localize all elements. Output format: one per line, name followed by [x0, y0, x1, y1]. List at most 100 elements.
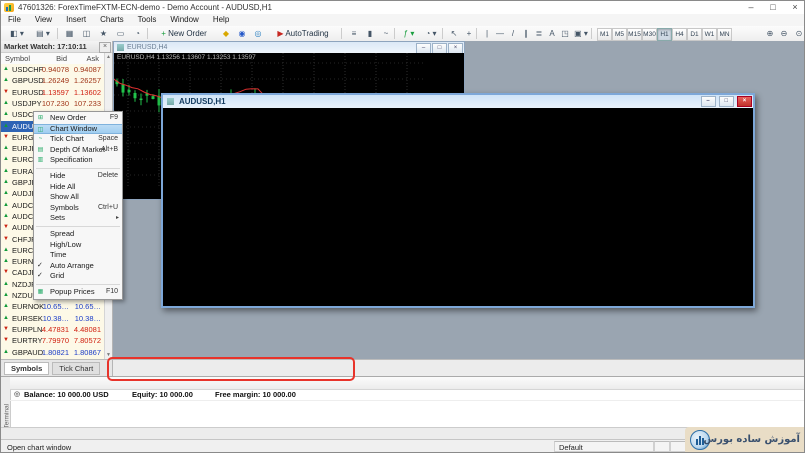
- search-icon[interactable]: ⊙: [792, 27, 805, 41]
- close-icon[interactable]: ×: [784, 1, 805, 14]
- timeframe-m1[interactable]: M1: [597, 28, 612, 41]
- market-watch-icon[interactable]: ▦: [61, 27, 78, 41]
- menu-tools[interactable]: Tools: [131, 14, 164, 25]
- tick-up-icon: ▲: [3, 168, 9, 174]
- column-ask[interactable]: Ask: [86, 54, 99, 63]
- menu-charts[interactable]: Charts: [93, 14, 131, 25]
- text-icon[interactable]: A: [545, 27, 559, 41]
- menu-item-depth-of-market[interactable]: ▤Depth Of MarketAlt+B: [34, 145, 122, 156]
- menu-file[interactable]: File: [1, 14, 28, 25]
- profile-cell[interactable]: Default: [554, 441, 654, 452]
- audusd-title-bar[interactable]: AUDUSD,H1 – □ ×: [163, 95, 753, 108]
- periods-button[interactable]: ◔ ▾: [420, 27, 442, 41]
- bars-icon[interactable]: ≡: [346, 27, 362, 41]
- line-chart-icon[interactable]: ~: [378, 27, 394, 41]
- column-symbol[interactable]: Symbol: [5, 54, 30, 63]
- minimize-icon[interactable]: –: [740, 1, 762, 14]
- hline-icon[interactable]: ―: [493, 27, 507, 41]
- timeframe-m15[interactable]: M15: [627, 28, 642, 41]
- menu-item-spread[interactable]: Spread: [34, 229, 122, 240]
- market-watch-row[interactable]: ▲GBPUSD1.262491.26257: [1, 75, 105, 86]
- web-icon[interactable]: ◎: [250, 27, 266, 41]
- menu-item-label: High/Low: [50, 240, 81, 249]
- menu-item-specification[interactable]: ▥Specification: [34, 155, 122, 166]
- crosshair-icon: +: [467, 29, 472, 38]
- shapes-button[interactable]: ▣ ▾: [571, 27, 591, 41]
- audusd-chart-body[interactable]: [163, 108, 753, 306]
- market-watch-close-icon[interactable]: ×: [99, 42, 111, 53]
- timeframe-w1[interactable]: W1: [702, 28, 717, 41]
- fibo-icon[interactable]: ≣: [532, 27, 546, 41]
- menu-item-grid[interactable]: ✓Grid: [34, 271, 122, 282]
- menu-item-chart-window[interactable]: ◫Chart Window: [34, 124, 122, 135]
- market-watch-tab-tick-chart[interactable]: Tick Chart: [52, 362, 100, 375]
- menu-item-time[interactable]: Time: [34, 250, 122, 261]
- market-watch-row[interactable]: ▲EURNOK10.65…10.65…: [1, 301, 105, 312]
- ask-value: 1.13602: [74, 88, 101, 97]
- symbol-name: USDJPY: [12, 99, 42, 108]
- vline-icon[interactable]: |: [480, 27, 494, 41]
- strategy-tester-icon[interactable]: ◔: [129, 27, 146, 41]
- menu-help[interactable]: Help: [206, 14, 236, 25]
- market-watch-row[interactable]: ▼EURUSD1.135971.13602: [1, 87, 105, 98]
- cursor-icon[interactable]: ↖: [446, 27, 462, 41]
- child-close-icon[interactable]: ×: [737, 96, 752, 107]
- child-restore-icon[interactable]: □: [719, 96, 734, 107]
- indicators-button[interactable]: ƒ ▾: [398, 27, 420, 41]
- autotrading-button[interactable]: ▶ AutoTrading: [267, 27, 339, 41]
- menu-item-popup-prices[interactable]: ▦Popup PricesF10: [34, 287, 122, 298]
- new-order-button[interactable]: + New Order: [151, 27, 217, 41]
- menu-window[interactable]: Window: [163, 14, 205, 25]
- menu-item-new-order[interactable]: ⊞New OrderF9: [34, 113, 122, 124]
- market-watch-row[interactable]: ▲GBPAUD1.808211.80867: [1, 347, 105, 358]
- zoom-in-icon[interactable]: ⊕: [763, 27, 777, 41]
- menu-item-show-all[interactable]: Show All: [34, 192, 122, 203]
- navigator-icon[interactable]: ★: [95, 27, 112, 41]
- child-minimize-icon[interactable]: –: [701, 96, 716, 107]
- metatrader-window: 47601326: ForexTimeFXTM-ECN-demo - Demo …: [0, 0, 805, 453]
- bid-value: 107.230: [42, 99, 69, 108]
- timeframe-h4[interactable]: H4: [672, 28, 687, 41]
- tick-up-icon: ▲: [3, 145, 9, 151]
- market-watch-row[interactable]: ▲USDCHF0.940780.94087: [1, 64, 105, 75]
- metaeditor-icon[interactable]: ◆: [218, 27, 234, 41]
- audusd-chart-window[interactable]: AUDUSD,H1 – □ ×: [161, 93, 755, 308]
- trendline-icon[interactable]: /: [506, 27, 520, 41]
- menu-insert[interactable]: Insert: [59, 14, 93, 25]
- profiles-button[interactable]: ▤ ▾: [30, 27, 56, 41]
- channel-icon: ∥: [524, 29, 528, 38]
- terminal-icon[interactable]: ▭: [112, 27, 129, 41]
- menu-view[interactable]: View: [28, 14, 59, 25]
- eurusd-title-bar[interactable]: EURUSD,H4–□×: [114, 42, 464, 53]
- menu-item-high-low[interactable]: High/Low: [34, 240, 122, 251]
- autotrading-button-label: AutoTrading: [284, 29, 329, 38]
- channel-icon[interactable]: ∥: [519, 27, 533, 41]
- zoom-out-icon[interactable]: ⊖: [777, 27, 791, 41]
- menu-item-symbols[interactable]: SymbolsCtrl+U: [34, 203, 122, 214]
- scroll-up-icon[interactable]: ▲: [105, 54, 112, 60]
- menu-item-tick-chart[interactable]: ~Tick ChartSpace: [34, 134, 122, 145]
- maximize-icon[interactable]: □: [762, 1, 784, 14]
- new-chart-button[interactable]: ◧ ▾: [4, 27, 30, 41]
- menu-item-auto-arrange[interactable]: ✓Auto Arrange: [34, 261, 122, 272]
- market-watch-row[interactable]: ▲USDJPY107.230107.233: [1, 98, 105, 109]
- menu-item-sets[interactable]: Sets▸: [34, 213, 122, 224]
- column-bid[interactable]: Bid: [56, 54, 67, 63]
- market-watch-row[interactable]: ▼EURTRY7.799707.80572: [1, 335, 105, 346]
- expert-advisors-icon[interactable]: ◉: [234, 27, 250, 41]
- menu-item-hide-all[interactable]: Hide All: [34, 182, 122, 193]
- timeframe-h1[interactable]: H1: [657, 28, 672, 41]
- data-window-icon[interactable]: ◫: [78, 27, 95, 41]
- timeframe-m5[interactable]: M5: [612, 28, 627, 41]
- market-watch-tab-symbols[interactable]: Symbols: [4, 362, 49, 375]
- timeframe-mn[interactable]: MN: [717, 28, 732, 41]
- candles-icon[interactable]: ▮: [362, 27, 378, 41]
- label-icon[interactable]: ◳: [558, 27, 572, 41]
- crosshair-icon[interactable]: +: [461, 27, 477, 41]
- market-watch-row[interactable]: ▼EURPLN4.478314.48081: [1, 324, 105, 335]
- timeframe-m30[interactable]: M30: [642, 28, 657, 41]
- menu-item-hide[interactable]: HideDelete: [34, 171, 122, 182]
- timeframe-d1[interactable]: D1: [687, 28, 702, 41]
- market-watch-row[interactable]: ▲EURSEK10.38…10.38…: [1, 313, 105, 324]
- profiles-icon: ▤ ▾: [36, 29, 50, 38]
